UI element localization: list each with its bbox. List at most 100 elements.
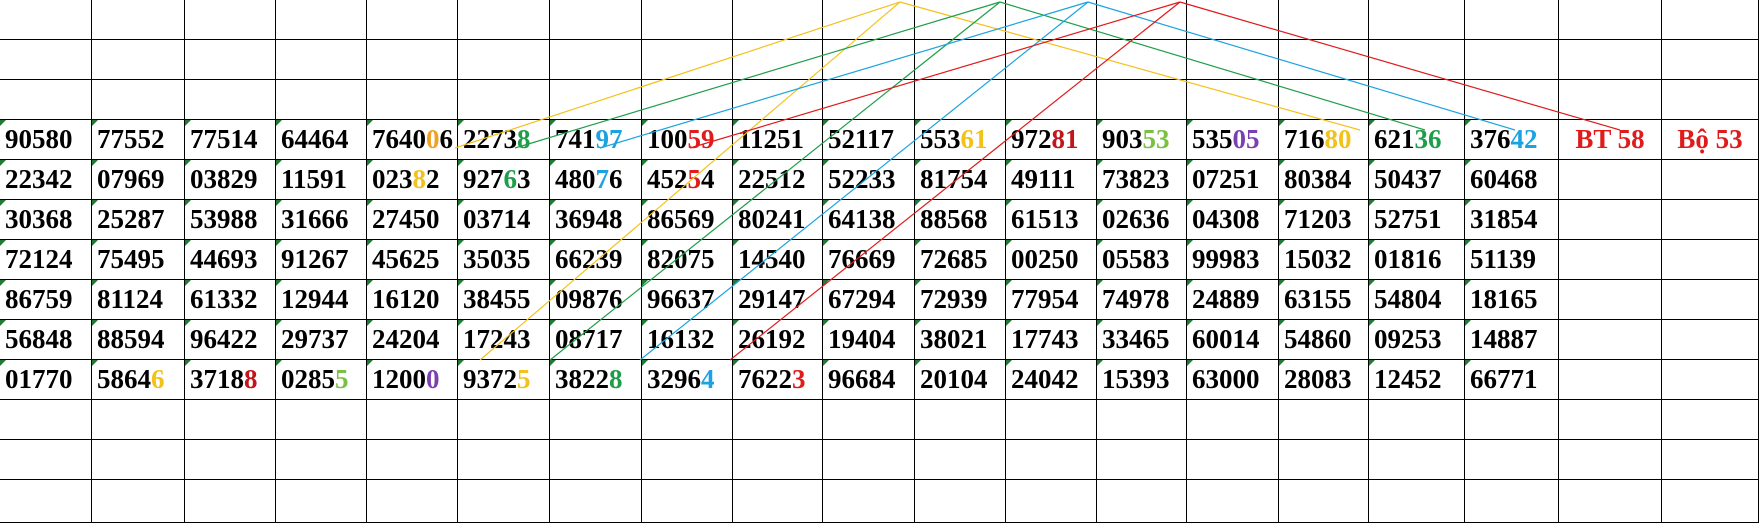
empty-cell[interactable] bbox=[1187, 440, 1279, 480]
number-cell[interactable]: 58646 bbox=[92, 360, 185, 400]
empty-cell[interactable] bbox=[1465, 40, 1559, 80]
empty-cell[interactable] bbox=[915, 80, 1006, 120]
empty-cell[interactable] bbox=[276, 480, 367, 523]
number-cell[interactable]: 63155 bbox=[1279, 280, 1369, 320]
empty-cell[interactable] bbox=[1279, 480, 1369, 523]
number-cell[interactable]: 52233 bbox=[823, 160, 915, 200]
empty-cell[interactable] bbox=[276, 440, 367, 480]
empty-cell[interactable] bbox=[1187, 480, 1279, 523]
number-cell[interactable]: 48076 bbox=[550, 160, 642, 200]
empty-cell[interactable] bbox=[1369, 440, 1465, 480]
number-cell[interactable]: 60014 bbox=[1187, 320, 1279, 360]
number-cell[interactable]: 99983 bbox=[1187, 240, 1279, 280]
number-cell[interactable]: 27450 bbox=[367, 200, 458, 240]
number-cell[interactable]: 71680 bbox=[1279, 120, 1369, 160]
number-cell[interactable]: 07969 bbox=[92, 160, 185, 200]
empty-cell[interactable] bbox=[92, 440, 185, 480]
empty-cell[interactable] bbox=[642, 0, 733, 40]
empty-cell[interactable] bbox=[1187, 40, 1279, 80]
empty-cell[interactable] bbox=[0, 0, 92, 40]
number-cell[interactable]: 07251 bbox=[1187, 160, 1279, 200]
number-cell[interactable]: 55361 bbox=[915, 120, 1006, 160]
number-cell[interactable]: 37188 bbox=[185, 360, 276, 400]
number-cell[interactable]: 51139 bbox=[1465, 240, 1559, 280]
empty-cell[interactable] bbox=[1559, 440, 1662, 480]
number-cell[interactable]: 12000 bbox=[367, 360, 458, 400]
number-cell[interactable]: 02855 bbox=[276, 360, 367, 400]
empty-cell[interactable] bbox=[458, 400, 550, 440]
number-cell[interactable]: 26192 bbox=[733, 320, 823, 360]
empty-cell[interactable] bbox=[823, 80, 915, 120]
number-cell[interactable]: 92763 bbox=[458, 160, 550, 200]
number-cell[interactable]: 15393 bbox=[1097, 360, 1187, 400]
number-cell[interactable]: 38228 bbox=[550, 360, 642, 400]
number-cell[interactable]: 64138 bbox=[823, 200, 915, 240]
number-cell[interactable]: 54860 bbox=[1279, 320, 1369, 360]
number-cell[interactable]: 01816 bbox=[1369, 240, 1465, 280]
number-cell[interactable]: 04308 bbox=[1187, 200, 1279, 240]
number-cell[interactable]: 96637 bbox=[642, 280, 733, 320]
number-cell[interactable]: 03829 bbox=[185, 160, 276, 200]
number-cell[interactable]: 49111 bbox=[1006, 160, 1097, 200]
empty-cell[interactable] bbox=[733, 400, 823, 440]
empty-cell[interactable] bbox=[276, 400, 367, 440]
number-cell[interactable]: 56848 bbox=[0, 320, 92, 360]
number-cell[interactable]: 28083 bbox=[1279, 360, 1369, 400]
number-cell[interactable]: 54804 bbox=[1369, 280, 1465, 320]
number-cell[interactable]: 22512 bbox=[733, 160, 823, 200]
number-cell[interactable]: 64464 bbox=[276, 120, 367, 160]
number-cell[interactable]: 91267 bbox=[276, 240, 367, 280]
empty-cell[interactable] bbox=[1559, 40, 1662, 80]
number-cell[interactable]: 62136 bbox=[1369, 120, 1465, 160]
empty-cell[interactable] bbox=[1097, 400, 1187, 440]
number-cell[interactable]: 82075 bbox=[642, 240, 733, 280]
empty-cell[interactable] bbox=[550, 440, 642, 480]
empty-cell[interactable] bbox=[276, 80, 367, 120]
empty-cell[interactable] bbox=[550, 40, 642, 80]
empty-cell[interactable] bbox=[733, 0, 823, 40]
empty-cell[interactable] bbox=[458, 80, 550, 120]
number-cell[interactable]: 86569 bbox=[642, 200, 733, 240]
empty-cell[interactable] bbox=[458, 440, 550, 480]
empty-cell[interactable] bbox=[823, 0, 915, 40]
empty-cell[interactable] bbox=[550, 480, 642, 523]
number-cell[interactable]: 38021 bbox=[915, 320, 1006, 360]
empty-cell[interactable] bbox=[1559, 160, 1662, 200]
empty-cell[interactable] bbox=[1559, 360, 1662, 400]
number-cell[interactable]: 88594 bbox=[92, 320, 185, 360]
number-cell[interactable]: 31854 bbox=[1465, 200, 1559, 240]
number-cell[interactable]: 50437 bbox=[1369, 160, 1465, 200]
empty-cell[interactable] bbox=[1662, 40, 1759, 80]
empty-cell[interactable] bbox=[1662, 320, 1759, 360]
number-cell[interactable]: 18165 bbox=[1465, 280, 1559, 320]
empty-cell[interactable] bbox=[92, 40, 185, 80]
empty-cell[interactable] bbox=[1369, 0, 1465, 40]
number-cell[interactable]: 74197 bbox=[550, 120, 642, 160]
number-cell[interactable]: 14887 bbox=[1465, 320, 1559, 360]
empty-cell[interactable] bbox=[733, 440, 823, 480]
empty-cell[interactable] bbox=[1662, 280, 1759, 320]
empty-cell[interactable] bbox=[1006, 480, 1097, 523]
number-cell[interactable]: 16132 bbox=[642, 320, 733, 360]
empty-cell[interactable] bbox=[1097, 80, 1187, 120]
number-cell[interactable]: 33465 bbox=[1097, 320, 1187, 360]
number-cell[interactable]: 96684 bbox=[823, 360, 915, 400]
number-cell[interactable]: 19404 bbox=[823, 320, 915, 360]
number-cell[interactable]: 93725 bbox=[458, 360, 550, 400]
number-cell[interactable]: 72939 bbox=[915, 280, 1006, 320]
number-cell[interactable]: 11591 bbox=[276, 160, 367, 200]
number-cell[interactable]: 81754 bbox=[915, 160, 1006, 200]
number-cell[interactable]: 12452 bbox=[1369, 360, 1465, 400]
empty-cell[interactable] bbox=[1006, 400, 1097, 440]
number-cell[interactable]: 52117 bbox=[823, 120, 915, 160]
empty-cell[interactable] bbox=[1662, 0, 1759, 40]
empty-cell[interactable] bbox=[1662, 80, 1759, 120]
number-cell[interactable]: 35035 bbox=[458, 240, 550, 280]
number-cell[interactable]: 71203 bbox=[1279, 200, 1369, 240]
empty-cell[interactable] bbox=[915, 440, 1006, 480]
number-cell[interactable]: 77514 bbox=[185, 120, 276, 160]
empty-cell[interactable] bbox=[367, 400, 458, 440]
number-cell[interactable]: 53505 bbox=[1187, 120, 1279, 160]
number-cell[interactable]: 72685 bbox=[915, 240, 1006, 280]
empty-cell[interactable] bbox=[0, 440, 92, 480]
